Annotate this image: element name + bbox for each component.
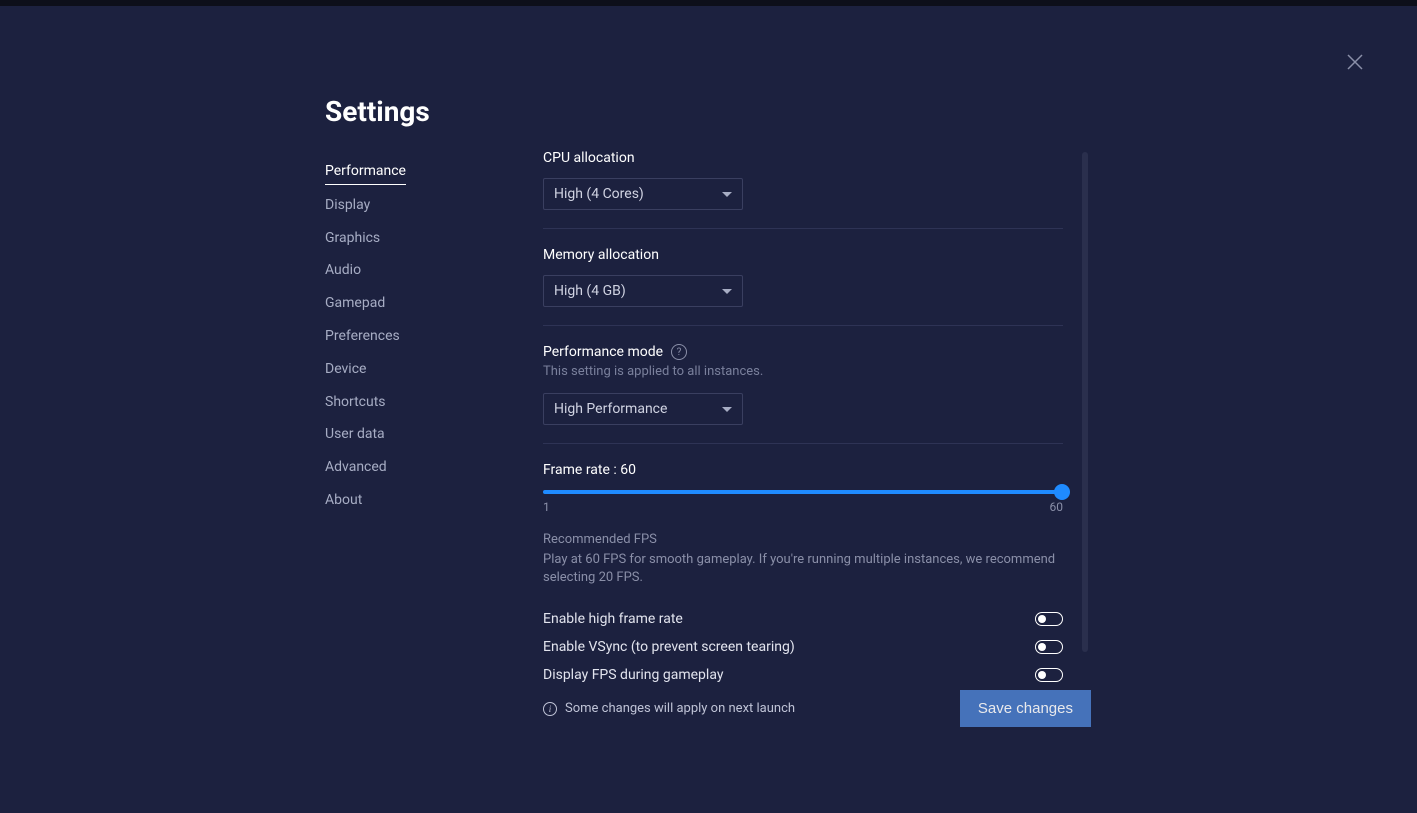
framerate-section: Frame rate : 60 1 60 Recommended FPS Pla… [543, 462, 1063, 707]
sidebar-item-advanced[interactable]: Advanced [325, 451, 505, 484]
framerate-slider[interactable] [543, 490, 1063, 494]
chevron-down-icon [722, 407, 732, 412]
cpu-dropdown-value: High (4 Cores) [554, 186, 644, 202]
help-icon[interactable]: ? [671, 344, 687, 360]
memory-dropdown[interactable]: High (4 GB) [543, 275, 743, 307]
cpu-section: CPU allocation High (4 Cores) [543, 150, 1063, 229]
sidebar-item-display[interactable]: Display [325, 189, 505, 222]
toggle-row-display-fps: Display FPS during gameplay [543, 661, 1063, 689]
scrollbar[interactable] [1082, 152, 1088, 652]
toggle-vsync[interactable] [1035, 640, 1063, 654]
close-icon [1343, 50, 1367, 74]
recommended-fps-text: Play at 60 FPS for smooth gameplay. If y… [543, 551, 1063, 587]
sidebar-item-about[interactable]: About [325, 484, 505, 517]
sidebar-item-gamepad[interactable]: Gamepad [325, 287, 505, 320]
toggle-display-fps[interactable] [1035, 668, 1063, 682]
sidebar-item-user-data[interactable]: User data [325, 418, 505, 451]
toggle-high-fps[interactable] [1035, 612, 1063, 626]
settings-sidebar: Performance Display Graphics Audio Gamep… [325, 155, 505, 517]
performance-mode-note: This setting is applied to all instances… [543, 364, 1063, 379]
cpu-dropdown[interactable]: High (4 Cores) [543, 178, 743, 210]
slider-thumb[interactable] [1054, 484, 1070, 500]
sidebar-item-shortcuts[interactable]: Shortcuts [325, 386, 505, 419]
recommended-fps-title: Recommended FPS [543, 532, 1063, 547]
footer: i Some changes will apply on next launch… [543, 690, 1091, 727]
page-title: Settings [325, 95, 430, 128]
performance-mode-dropdown[interactable]: High Performance [543, 393, 743, 425]
slider-max: 60 [1050, 500, 1064, 514]
performance-mode-value: High Performance [554, 401, 667, 417]
footer-note: i Some changes will apply on next launch [543, 701, 795, 716]
performance-mode-label: Performance mode ? [543, 344, 1063, 360]
save-changes-button[interactable]: Save changes [960, 690, 1091, 727]
toggle-label-vsync: Enable VSync (to prevent screen tearing) [543, 639, 795, 655]
toggle-label-display-fps: Display FPS during gameplay [543, 667, 723, 683]
framerate-label: Frame rate : 60 [543, 462, 1063, 478]
memory-label: Memory allocation [543, 247, 1063, 263]
slider-min: 1 [543, 500, 550, 514]
slider-range-labels: 1 60 [543, 500, 1063, 514]
sidebar-item-preferences[interactable]: Preferences [325, 320, 505, 353]
memory-dropdown-value: High (4 GB) [554, 283, 626, 299]
chevron-down-icon [722, 192, 732, 197]
cpu-label: CPU allocation [543, 150, 1063, 166]
close-button[interactable] [1343, 50, 1367, 74]
sidebar-item-performance[interactable]: Performance [325, 155, 406, 185]
toggle-label-high-fps: Enable high frame rate [543, 611, 683, 627]
performance-mode-section: Performance mode ? This setting is appli… [543, 344, 1063, 444]
memory-section: Memory allocation High (4 GB) [543, 247, 1063, 326]
toggle-row-vsync: Enable VSync (to prevent screen tearing) [543, 633, 1063, 661]
chevron-down-icon [722, 289, 732, 294]
sidebar-item-device[interactable]: Device [325, 353, 505, 386]
toggle-row-high-fps: Enable high frame rate [543, 605, 1063, 633]
sidebar-item-graphics[interactable]: Graphics [325, 222, 505, 255]
settings-main: CPU allocation High (4 Cores) Memory all… [543, 150, 1088, 725]
info-icon: i [543, 702, 557, 716]
sidebar-item-audio[interactable]: Audio [325, 254, 505, 287]
